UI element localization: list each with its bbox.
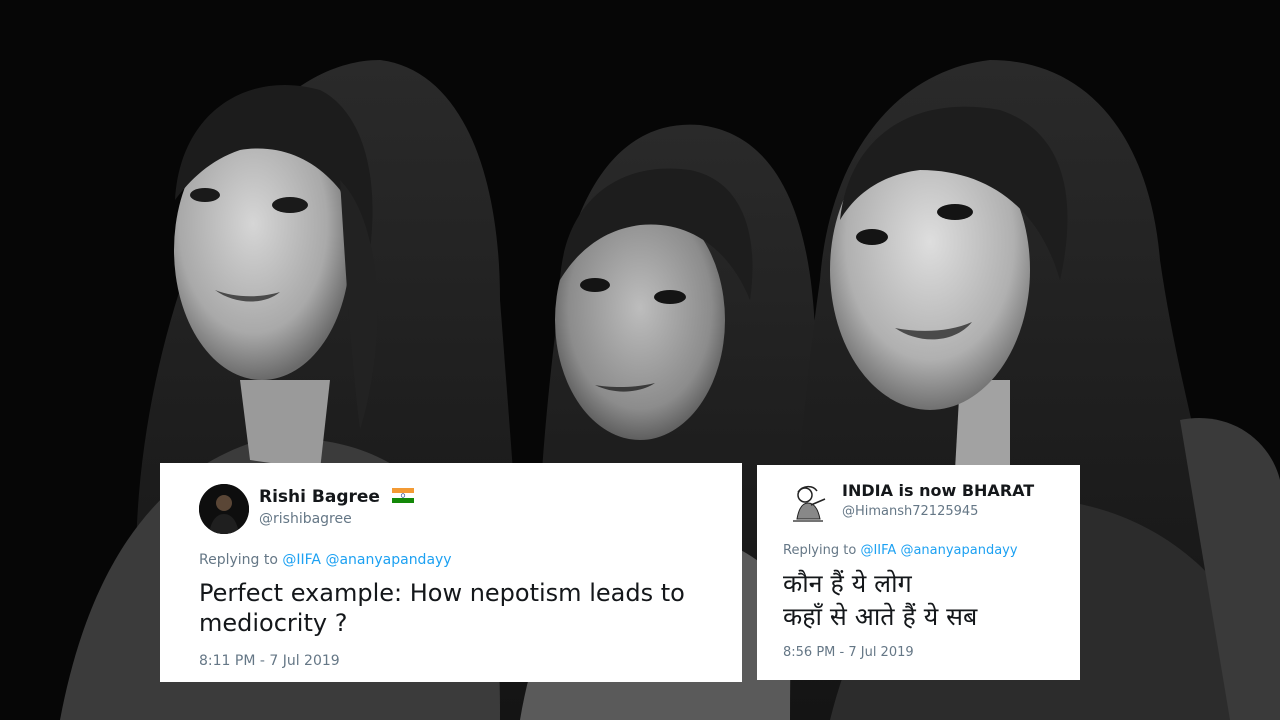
replying-to: Replying to @IIFA @ananyapandayy <box>783 543 1018 558</box>
tweet-text: Perfect example: How nepotism leads to m… <box>199 578 719 639</box>
news-image: Rishi Bagree @rishibagree Replying to @I… <box>0 0 1280 720</box>
tweet-text-line: कहाँ से आते हैं ये सब <box>783 602 978 631</box>
user-handle[interactable]: @Himansh72125945 <box>842 504 978 519</box>
mention-link[interactable]: @ananyapandayy <box>900 543 1017 558</box>
replying-to-label: Replying to <box>783 543 857 558</box>
tweet-text-line: Perfect example: How nepotism leads to <box>199 579 685 607</box>
cartoon-figure-icon <box>783 479 833 529</box>
tweet-text-line: कौन हैं ये लोग <box>783 569 912 598</box>
replying-to: Replying to @IIFA @ananyapandayy <box>199 552 452 568</box>
mention-link[interactable]: @IIFA <box>860 543 896 558</box>
display-name[interactable]: Rishi Bagree <box>259 487 414 507</box>
tweet-text: कौन हैं ये लोग कहाँ से आते हैं ये सब <box>783 567 1073 633</box>
mention-link[interactable]: @IIFA <box>282 552 321 568</box>
tweet-timestamp[interactable]: 8:11 PM - 7 Jul 2019 <box>199 653 340 669</box>
tweet-card-india-is-now-bharat: INDIA is now BHARAT @Himansh72125945 Rep… <box>757 465 1080 680</box>
avatar[interactable] <box>199 484 249 534</box>
user-handle[interactable]: @rishibagree <box>259 511 352 527</box>
tweet-text-line: mediocrity ? <box>199 609 348 638</box>
tweet-card-rishi-bagree: Rishi Bagree @rishibagree Replying to @I… <box>160 463 742 682</box>
mention-link[interactable]: @ananyapandayy <box>325 552 451 568</box>
display-name-text[interactable]: Rishi Bagree <box>259 487 380 507</box>
display-name[interactable]: INDIA is now BHARAT <box>842 481 1034 500</box>
india-flag-icon <box>391 487 414 503</box>
avatar[interactable] <box>783 479 833 529</box>
person-silhouette-icon <box>199 484 249 534</box>
replying-to-label: Replying to <box>199 552 278 568</box>
tweet-timestamp[interactable]: 8:56 PM - 7 Jul 2019 <box>783 645 914 660</box>
